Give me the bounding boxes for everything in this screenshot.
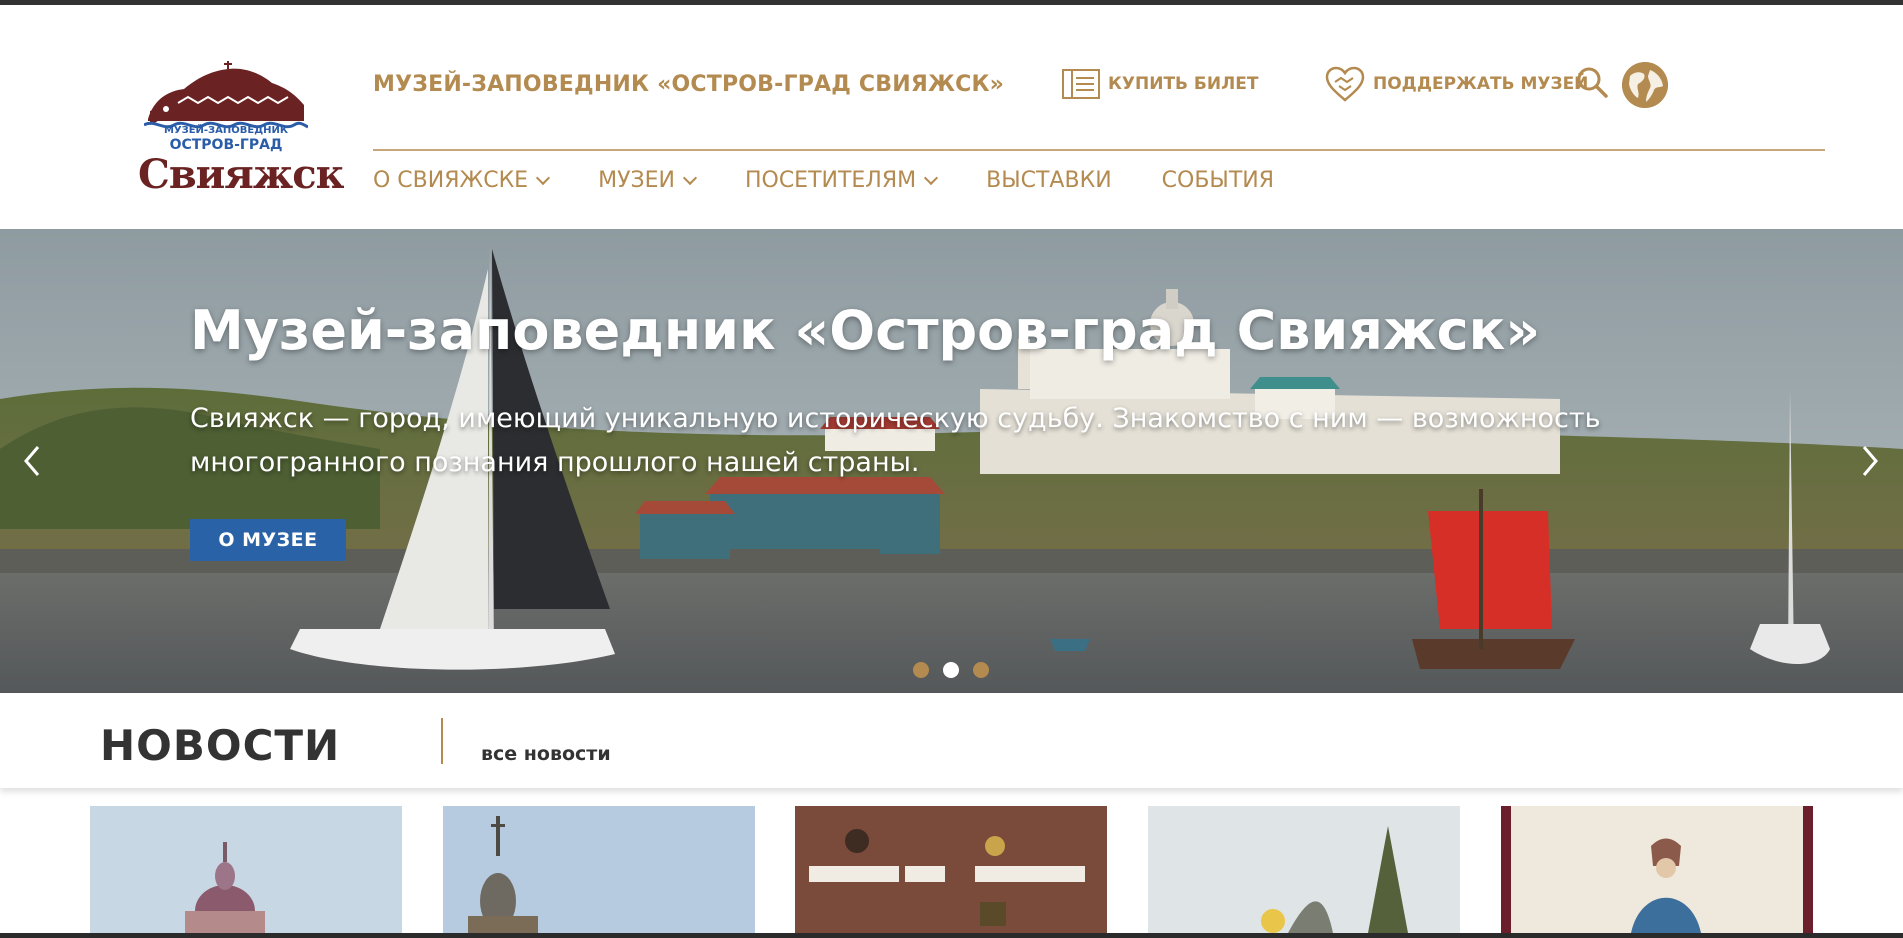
search-icon [1577, 67, 1608, 98]
nav-item-exhibitions[interactable]: ВЫСТАВКИ [986, 168, 1112, 193]
site-header: МУЗЕЙ-ЗАПОВЕДНИК ОСТРОВ-ГРАД Свияжск МУЗ… [0, 5, 1903, 229]
logo-line-3: Свияжск [138, 151, 344, 198]
hero-slider: Музей-заповедник «Остров-град Свияжск» С… [0, 229, 1903, 693]
buy-ticket-link[interactable]: КУПИТЬ БИЛЕТ [1062, 67, 1258, 101]
language-button[interactable] [1622, 62, 1668, 108]
chevron-down-icon [924, 170, 939, 186]
slider-dots [913, 662, 989, 678]
search-button[interactable] [1575, 65, 1609, 99]
news-card-image [443, 806, 755, 933]
news-card[interactable] [1148, 806, 1460, 933]
news-card-image [1501, 806, 1813, 933]
news-card[interactable] [1501, 806, 1813, 933]
main-nav: О СВИЯЖСКЕ МУЗЕИ ПОСЕТИТЕЛЯМ ВЫСТАВКИ СО… [373, 158, 1324, 202]
chevron-right-icon [1862, 446, 1878, 476]
news-card-image [795, 806, 1107, 933]
chevron-down-icon [682, 170, 698, 186]
news-card[interactable] [90, 806, 402, 933]
heart-handshake-icon [1325, 66, 1365, 102]
support-museum-link[interactable]: ПОДДЕРЖАТЬ МУЗЕЙ [1325, 66, 1589, 102]
chevron-down-icon [536, 170, 551, 186]
hero-text: Свияжск — город, имеющий уникальную исто… [190, 403, 1601, 478]
hero-title: Музей-заповедник «Остров-град Свияжск» [190, 299, 1541, 362]
news-card-image [90, 806, 402, 933]
nav-item-visitors[interactable]: ПОСЕТИТЕЛЯМ [744, 167, 939, 193]
news-card-image [1148, 806, 1460, 933]
site-title[interactable]: МУЗЕЙ-ЗАПОВЕДНИК «ОСТРОВ-ГРАД СВИЯЖСК» [373, 72, 1004, 97]
news-header: НОВОСТИ все новости [0, 693, 1903, 788]
news-divider [441, 718, 443, 764]
logo-emblem-icon [144, 61, 308, 129]
nav-item-events[interactable]: СОБЫТИЯ [1162, 168, 1274, 193]
all-news-link[interactable]: все новости [481, 743, 611, 765]
slider-dot-2[interactable] [943, 662, 959, 678]
nav-item-about-sviyazhsk[interactable]: О СВИЯЖСКЕ [373, 167, 551, 193]
nav-item-label: МУЗЕИ [598, 167, 675, 193]
nav-item-label: СОБЫТИЯ [1161, 167, 1275, 193]
globe-icon [1622, 62, 1668, 108]
slider-dot-3[interactable] [973, 662, 989, 678]
slider-next-button[interactable] [1858, 441, 1882, 481]
nav-item-label: ПОСЕТИТЕЛЯМ [744, 167, 917, 193]
about-museum-button[interactable]: О МУЗЕЕ [190, 519, 346, 561]
news-cards [90, 806, 1813, 933]
nav-item-label: О СВИЯЖСКЕ [373, 167, 529, 193]
nav-item-label: ВЫСТАВКИ [986, 167, 1112, 193]
ticket-icon [1062, 69, 1100, 99]
buy-ticket-label: КУПИТЬ БИЛЕТ [1108, 74, 1259, 94]
slider-prev-button[interactable] [20, 441, 44, 481]
browser-bottom-edge [0, 933, 1903, 938]
site-logo[interactable]: МУЗЕЙ-ЗАПОВЕДНИК ОСТРОВ-ГРАД Свияжск [138, 55, 344, 198]
news-title: НОВОСТИ [100, 721, 341, 770]
header-divider [373, 149, 1825, 151]
news-card[interactable] [443, 806, 755, 933]
nav-item-museums[interactable]: МУЗЕИ [598, 167, 698, 193]
logo-line-1: МУЗЕЙ-ЗАПОВЕДНИК [163, 125, 289, 136]
support-museum-label: ПОДДЕРЖАТЬ МУЗЕЙ [1373, 74, 1589, 94]
chevron-left-icon [24, 446, 40, 476]
news-card[interactable] [795, 806, 1107, 933]
slider-dot-1[interactable] [913, 662, 929, 678]
